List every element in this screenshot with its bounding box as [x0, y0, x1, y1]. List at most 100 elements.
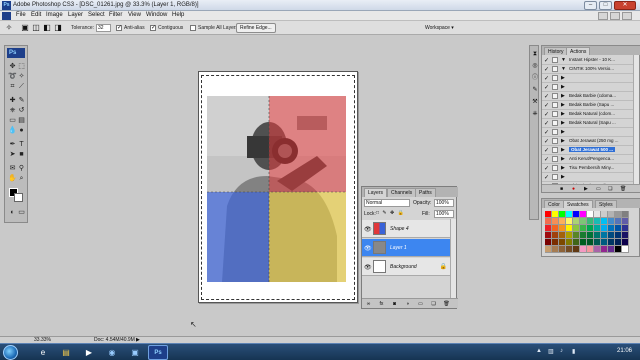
crop-tool-icon[interactable]: ⌗: [8, 82, 17, 91]
color-swatch[interactable]: [594, 232, 601, 239]
info-panel-icon[interactable]: ⓘ: [531, 74, 539, 82]
color-swatch[interactable]: [608, 211, 615, 218]
volume-icon[interactable]: ♪: [560, 348, 563, 354]
color-swatch[interactable]: [573, 239, 580, 246]
dialog-toggle-box[interactable]: [552, 102, 558, 108]
color-swatch[interactable]: [587, 211, 594, 218]
doc-minimize-button[interactable]: [598, 12, 608, 20]
action-row[interactable]: ✓ ▼ Instant Hipster - 10 K...: [542, 56, 634, 65]
tab-history[interactable]: History: [544, 47, 568, 55]
lasso-tool-icon[interactable]: ➰: [8, 72, 17, 81]
action-row[interactable]: ✓ ▶: [542, 173, 634, 182]
color-swatch[interactable]: [622, 232, 629, 239]
action-toggle-check-icon[interactable]: ✓: [544, 165, 549, 172]
menu-file[interactable]: File: [16, 12, 26, 18]
color-swatch[interactable]: [545, 211, 552, 218]
tab-styles[interactable]: Styles: [595, 200, 617, 208]
dialog-toggle-box[interactable]: [552, 165, 558, 171]
action-toggle-check-icon[interactable]: ✓: [544, 102, 549, 109]
color-swatch[interactable]: [594, 211, 601, 218]
subtract-selection-icon[interactable]: ◧: [42, 23, 52, 33]
eyedropper-tool-icon[interactable]: ⚲: [17, 164, 26, 173]
tool-presets-icon[interactable]: ⚒: [531, 98, 539, 106]
contiguous-checkbox[interactable]: [150, 24, 156, 31]
magic-wand-icon[interactable]: ✧: [4, 23, 14, 33]
color-swatch[interactable]: [552, 232, 559, 239]
color-swatch[interactable]: [566, 211, 573, 218]
color-swatch[interactable]: [622, 246, 629, 253]
marquee-tool-icon[interactable]: ⬚: [17, 62, 26, 71]
expand-right-icon[interactable]: ▶: [561, 102, 565, 108]
color-swatch[interactable]: [552, 239, 559, 246]
action-toggle-check-icon[interactable]: ✓: [544, 57, 549, 64]
color-swatch[interactable]: [601, 225, 608, 232]
brush-tool-icon[interactable]: ✎: [17, 96, 26, 105]
dialog-toggle-box[interactable]: [552, 66, 558, 72]
path-selection-icon[interactable]: ➤: [8, 150, 17, 159]
navigator-panel-icon[interactable]: ◎: [531, 62, 539, 70]
start-button[interactable]: [3, 345, 18, 360]
clone-stamp-icon[interactable]: ⎈: [8, 106, 17, 115]
color-swatch[interactable]: [545, 225, 552, 232]
color-swatch[interactable]: [545, 246, 552, 253]
type-tool-icon[interactable]: T: [17, 140, 26, 149]
color-swatch[interactable]: [580, 218, 587, 225]
magic-wand-tool-icon[interactable]: ✧: [17, 72, 26, 81]
dialog-toggle-box[interactable]: [552, 75, 558, 81]
color-swatch[interactable]: [552, 211, 559, 218]
blur-tool-icon[interactable]: 💧: [8, 126, 17, 135]
pen-tool-icon[interactable]: ✒: [8, 140, 17, 149]
notes-tool-icon[interactable]: ✉: [8, 164, 17, 173]
layer-style-icon[interactable]: fx: [378, 301, 385, 307]
color-swatch[interactable]: [615, 239, 622, 246]
color-swatch[interactable]: [580, 225, 587, 232]
shape-tool-icon[interactable]: ■: [17, 150, 26, 159]
menu-window[interactable]: Window: [146, 12, 167, 18]
action-row[interactable]: ✓ ▶ Tisu Pembersih Miny...: [542, 164, 634, 173]
doc-restore-button[interactable]: [610, 12, 620, 20]
fill-input[interactable]: 100%: [434, 210, 454, 218]
action-toggle-check-icon[interactable]: ✓: [544, 66, 549, 73]
tab-layers[interactable]: Layers: [364, 188, 388, 197]
color-swatch[interactable]: [559, 211, 566, 218]
new-selection-icon[interactable]: ▣: [20, 23, 30, 33]
tolerance-input[interactable]: 32: [96, 24, 111, 32]
dialog-toggle-box[interactable]: [552, 147, 558, 153]
action-toggle-check-icon[interactable]: ✓: [544, 138, 549, 145]
taskbar-clock[interactable]: 21:06: [617, 348, 632, 354]
eraser-tool-icon[interactable]: ▭: [8, 116, 17, 125]
expand-down-icon[interactable]: ▼: [561, 57, 566, 63]
doc-close-button[interactable]: [622, 12, 632, 20]
color-swatch[interactable]: [594, 246, 601, 253]
blend-mode-select[interactable]: Normal: [364, 199, 410, 207]
color-swatch[interactable]: [573, 246, 580, 253]
color-swatch[interactable]: [545, 218, 552, 225]
color-swatch[interactable]: [601, 218, 608, 225]
anti-alias-checkbox[interactable]: [116, 24, 122, 31]
color-swatch[interactable]: [601, 239, 608, 246]
color-swatch[interactable]: [601, 232, 608, 239]
intersect-selection-icon[interactable]: ◨: [53, 23, 63, 33]
lock-icons[interactable]: □ ✎ ✥ 🔒: [376, 210, 405, 216]
color-swatch[interactable]: [615, 211, 622, 218]
color-swatch[interactable]: [615, 232, 622, 239]
power-icon[interactable]: ▮: [572, 348, 575, 355]
color-swatch[interactable]: [573, 211, 580, 218]
expand-down-icon[interactable]: ▼: [561, 66, 566, 72]
color-swatch[interactable]: [594, 239, 601, 246]
dialog-toggle-box[interactable]: [552, 84, 558, 90]
dialog-toggle-box[interactable]: [552, 174, 558, 180]
expand-right-icon[interactable]: ▶: [561, 111, 565, 117]
color-swatch[interactable]: [559, 232, 566, 239]
background-color-swatch[interactable]: [14, 193, 23, 202]
eye-icon[interactable]: 👁: [364, 226, 372, 233]
color-swatch[interactable]: [615, 246, 622, 253]
color-swatch[interactable]: [587, 246, 594, 253]
history-panel-icon[interactable]: ⧗: [531, 50, 539, 58]
stop-icon[interactable]: ■: [560, 186, 563, 192]
expand-right-icon[interactable]: ▶: [561, 129, 565, 135]
move-tool-icon[interactable]: ✥: [8, 62, 17, 71]
healing-brush-icon[interactable]: ✚: [8, 96, 17, 105]
record-icon[interactable]: ●: [572, 186, 575, 192]
new-action-icon[interactable]: ❏: [608, 186, 612, 192]
